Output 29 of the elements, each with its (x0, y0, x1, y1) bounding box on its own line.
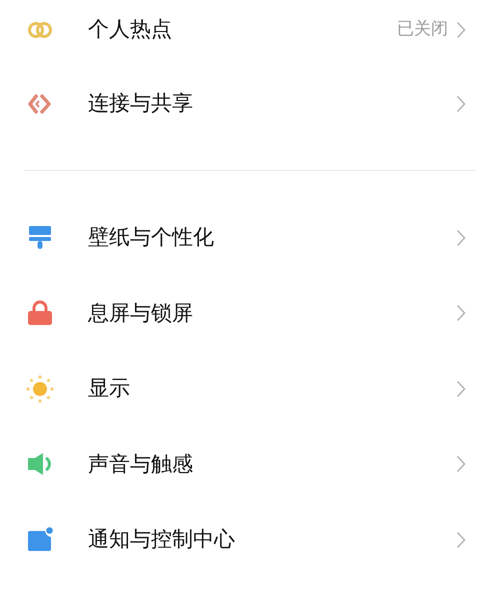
chevrons-icon (28, 92, 52, 116)
chevron-icon (456, 21, 466, 39)
item-label: 息屏与锁屏 (88, 300, 194, 326)
paint-roller-icon (28, 224, 52, 251)
settings-item[interactable]: 个人热点 已关闭 (0, 0, 500, 67)
lock-icon (27, 300, 53, 326)
chevron-icon (456, 530, 466, 549)
chevron-icon (456, 95, 466, 113)
notification-icon (27, 526, 53, 553)
settings-item[interactable]: 声音与触感 (0, 426, 500, 502)
settings-item[interactable]: 息屏与锁屏 (0, 276, 500, 351)
settings-item[interactable]: 壁纸与个性化 (0, 200, 500, 276)
chevron-icon (456, 228, 466, 247)
item-label: 连接与共享 (88, 90, 194, 118)
item-label: 显示 (88, 375, 131, 402)
settings-item[interactable]: 显示 (0, 351, 500, 426)
item-label: 壁纸与个性化 (88, 224, 215, 251)
speaker-icon (27, 452, 53, 476)
rings-icon (27, 20, 53, 40)
sun-icon (26, 374, 54, 403)
chevron-icon (456, 380, 466, 398)
status-text: 已关闭 (397, 18, 448, 42)
item-label: 通知与控制中心 (88, 526, 236, 553)
chevron-icon (456, 304, 466, 322)
chevron-icon (456, 455, 466, 474)
item-label: 声音与触感 (88, 450, 194, 478)
settings-item[interactable]: 连接与共享 (0, 67, 500, 141)
settings-item[interactable]: 通知与控制中心 (0, 502, 500, 578)
item-label: 个人热点 (88, 16, 173, 44)
